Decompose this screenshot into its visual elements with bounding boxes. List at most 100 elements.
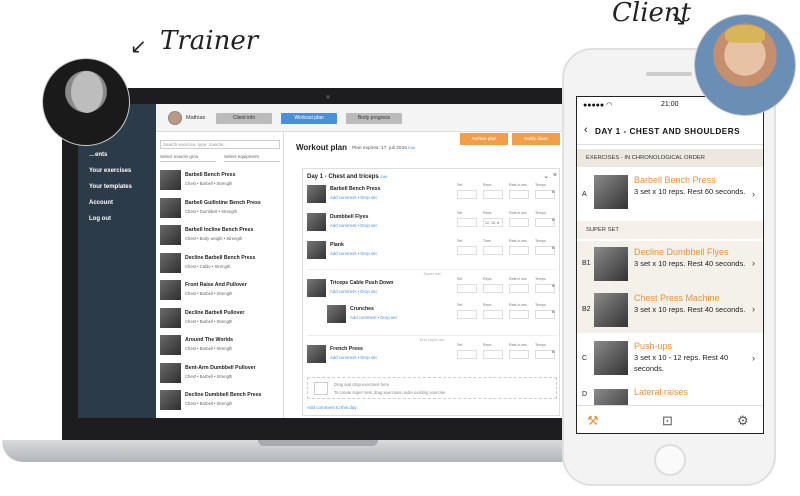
exercise-details: 3 set x 10 reps. Rest 40 seconds. bbox=[634, 259, 746, 268]
list-item[interactable]: Around The Worlds Chest • Barbell • Stre… bbox=[160, 335, 280, 359]
exercise-list-item[interactable]: B1 Decline Dumbbell Flyes 3 set x 10 rep… bbox=[577, 241, 763, 287]
plan-exercise-links[interactable]: Add comment • Drop set bbox=[330, 355, 377, 360]
edit-link[interactable]: Edit bbox=[408, 145, 415, 150]
list-item[interactable]: Bent-Arm Dumbbell Pullover Chest • Barbe… bbox=[160, 362, 280, 387]
value-input[interactable] bbox=[509, 246, 529, 255]
dumbbell-tab-icon[interactable]: ⚒ bbox=[587, 413, 599, 429]
plan-exercise-links[interactable]: Add comment • Drop set bbox=[330, 251, 377, 256]
muscle-select[interactable]: Select muscle grou bbox=[160, 154, 216, 162]
remove-icon[interactable]: × bbox=[551, 246, 555, 252]
chevron-right-icon: › bbox=[752, 258, 755, 268]
avatar[interactable] bbox=[168, 111, 182, 125]
collapse-icon[interactable]: ⌄ bbox=[543, 172, 549, 180]
sidebar-item-account[interactable]: Account bbox=[89, 200, 113, 206]
tab-body-progress[interactable]: Body progress bbox=[346, 113, 402, 124]
plan-exercise-row[interactable]: French Press Add comment • Drop set Set … bbox=[307, 343, 557, 365]
day-edit-link[interactable]: Edit bbox=[380, 174, 387, 179]
sidebar-item-templates[interactable]: Your templates bbox=[89, 184, 132, 190]
chevron-right-icon: › bbox=[752, 353, 755, 363]
exercise-tags: Chest • Dumbbell • Strength bbox=[185, 208, 238, 214]
exercise-title: Push-ups bbox=[634, 341, 673, 351]
tab-client-info[interactable]: Client info bbox=[216, 113, 272, 124]
exercise-tags: Chest • Body weight • Strength bbox=[185, 236, 243, 241]
equipment-select[interactable]: Select equipment bbox=[224, 154, 280, 162]
column-label: Tempo bbox=[535, 303, 546, 307]
column-label: Set bbox=[457, 343, 463, 347]
dumbbell-placeholder-icon bbox=[314, 382, 328, 395]
value-input[interactable] bbox=[457, 284, 477, 293]
exercise-list-item[interactable]: A Barbell Bench Press 3 set x 10 reps. R… bbox=[577, 169, 763, 221]
close-day-icon[interactable]: × bbox=[553, 172, 557, 179]
value-input[interactable] bbox=[509, 350, 529, 359]
exercise-tags: Chest • Barbell • Strength bbox=[185, 401, 233, 406]
plan-exercise-row[interactable]: Dumbbell Flyes Add comment • Drop set Se… bbox=[307, 211, 557, 233]
exercise-thumbnail bbox=[307, 279, 326, 297]
remove-icon[interactable]: × bbox=[551, 218, 555, 224]
column-label: Rest in sec bbox=[509, 183, 527, 187]
column-label: Set bbox=[457, 303, 463, 307]
exercise-thumbnail bbox=[160, 197, 181, 218]
value-input[interactable] bbox=[457, 310, 477, 319]
column-label: Tempo bbox=[535, 183, 546, 187]
plan-exercise-links[interactable]: Add comment • Drop set bbox=[330, 195, 377, 200]
value-input[interactable] bbox=[483, 246, 503, 255]
list-item[interactable]: Decline Dumbbell Bench Press Chest • Bar… bbox=[160, 390, 280, 414]
list-item[interactable]: Front Raise And Pullover Chest • Barbell… bbox=[160, 280, 280, 304]
value-input[interactable] bbox=[483, 350, 503, 359]
list-item[interactable]: Barbell Bench Press Chest • Barbell • St… bbox=[160, 170, 280, 194]
value-input[interactable] bbox=[457, 350, 477, 359]
value-input[interactable] bbox=[509, 218, 529, 227]
value-input[interactable] bbox=[457, 246, 477, 255]
archive-plan-button[interactable]: Archive plan bbox=[460, 133, 508, 145]
scale-tab-icon[interactable]: ⊡ bbox=[662, 413, 673, 429]
exercise-list-item[interactable]: B2 Chest Press Machine 3 set x 10 reps. … bbox=[577, 287, 763, 333]
sidebar-item-exercises[interactable]: Your exercises bbox=[89, 168, 131, 174]
value-input[interactable] bbox=[457, 218, 477, 227]
list-item[interactable]: Decline Barbell Pullover Chest • Barbell… bbox=[160, 307, 280, 332]
signal-icon: ●●●●● ◠ bbox=[583, 102, 613, 109]
value-input[interactable]: 12, 10, 8 bbox=[483, 218, 503, 227]
add-comment-day-link[interactable]: Add comment to this day bbox=[307, 405, 357, 410]
plan-exercise-links[interactable]: Add comment • Drop set bbox=[330, 289, 377, 294]
gear-tab-icon[interactable]: ⚙ bbox=[737, 413, 749, 429]
list-item[interactable]: Barbell Guillotine Bench Press Chest • D… bbox=[160, 197, 280, 222]
value-input[interactable] bbox=[509, 310, 529, 319]
drop-zone[interactable]: Drag and drop exercises here To create s… bbox=[307, 377, 557, 399]
end-super-set-divider: End super set bbox=[307, 335, 557, 342]
sidebar: …ents Your exercises Your templates Acco… bbox=[78, 104, 156, 418]
remove-icon[interactable]: × bbox=[551, 284, 555, 290]
notify-client-button[interactable]: Notify client bbox=[512, 133, 560, 145]
tab-workout-plan[interactable]: Workout plan bbox=[281, 113, 337, 124]
exercise-thumbnail bbox=[307, 241, 326, 259]
plan-exercise-row[interactable]: Triceps Cable Push Down Add comment • Dr… bbox=[307, 277, 557, 299]
value-input[interactable] bbox=[457, 190, 477, 199]
plan-exercise-row[interactable]: Crunches Add comment • Drop set Set Reps… bbox=[327, 303, 557, 325]
value-input[interactable] bbox=[483, 284, 503, 293]
value-input[interactable] bbox=[483, 190, 503, 199]
value-input[interactable] bbox=[483, 310, 503, 319]
exercise-name: Around The Worlds bbox=[185, 337, 234, 343]
value-input[interactable] bbox=[509, 284, 529, 293]
web-app-screen: …ents Your exercises Your templates Acco… bbox=[78, 104, 562, 418]
exercise-thumbnail bbox=[327, 305, 346, 323]
list-item[interactable]: Decline Barbell Bench Press Chest • Cabl… bbox=[160, 252, 280, 277]
sidebar-item-logout[interactable]: Log out bbox=[89, 216, 111, 222]
plan-exercise-row[interactable]: Barbell Bench Press Add comment • Drop s… bbox=[307, 183, 557, 205]
remove-icon[interactable]: × bbox=[551, 310, 555, 316]
plan-exercise-row[interactable]: Plank Add comment • Drop set Set Time Re… bbox=[307, 239, 557, 261]
search-input[interactable]: Search exercise, type, muscle... bbox=[160, 140, 280, 149]
remove-icon[interactable]: × bbox=[551, 350, 555, 356]
exercise-name: Decline Dumbbell Bench Press bbox=[185, 392, 262, 398]
plan-exercise-links[interactable]: Add comment • Drop set bbox=[350, 315, 397, 320]
home-button[interactable] bbox=[654, 444, 686, 476]
sidebar-item-clients[interactable]: …ents bbox=[89, 152, 107, 158]
exercise-details: 3 set x 10 reps. Rest 60 seconds. bbox=[634, 187, 746, 196]
back-chevron-icon[interactable]: ‹ bbox=[584, 124, 588, 136]
plan-exercise-links[interactable]: Add comment • Drop set bbox=[330, 223, 377, 228]
exercise-list-item[interactable]: D Lateral raises bbox=[577, 383, 763, 423]
list-item[interactable]: Barbell Incline Bench Press Chest • Body… bbox=[160, 225, 280, 249]
remove-icon[interactable]: × bbox=[551, 190, 555, 196]
exercise-list-item[interactable]: C Push-ups 3 set x 10 - 12 reps. Rest 40… bbox=[577, 335, 763, 383]
column-label: Tempo bbox=[535, 343, 546, 347]
value-input[interactable] bbox=[509, 190, 529, 199]
